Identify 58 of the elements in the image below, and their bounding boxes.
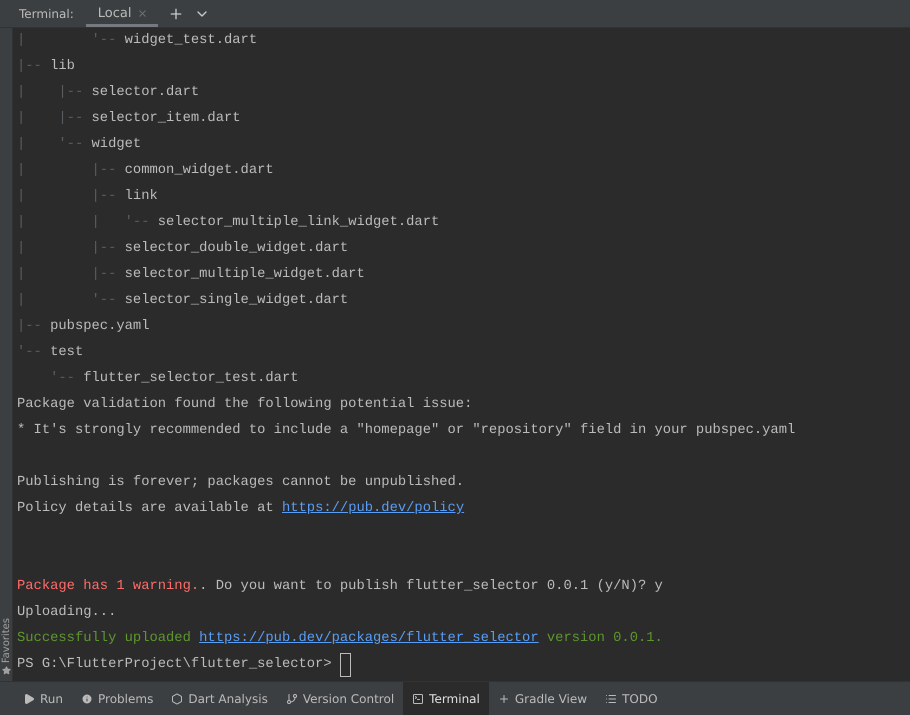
- terminal-text: Successfully uploaded: [17, 630, 192, 648]
- terminal-text: selector_item.dart: [92, 110, 241, 128]
- tree-guide: | |--: [17, 110, 84, 128]
- terminal-text: test: [50, 344, 84, 362]
- terminal-text: flutter_selector_test.dart: [83, 370, 299, 388]
- hexagon-icon: [171, 692, 184, 704]
- tool-window-button[interactable]: TODO: [596, 682, 667, 715]
- terminal-link[interactable]: https://pub.dev/policy: [282, 496, 464, 522]
- terminal-text: Policy details are available at: [17, 500, 275, 518]
- tree-guide: | |--: [17, 240, 118, 258]
- tree-guide: '--: [17, 344, 43, 362]
- terminal-text: link: [124, 188, 158, 206]
- tree-guide: | |--: [17, 266, 118, 284]
- terminal-link[interactable]: https://pub.dev/packages/flutter_selector: [199, 626, 539, 652]
- terminal-text: Publishing is forever; packages cannot be unpublished.: [17, 474, 464, 492]
- tree-guide: '--: [49, 370, 76, 388]
- info-icon: [81, 692, 94, 704]
- terminal-text: widget: [92, 136, 142, 154]
- terminal-icon: [412, 692, 424, 704]
- terminal-text: Package has 1 warning.: [17, 578, 200, 596]
- terminal-text: lib: [50, 58, 75, 76]
- terminal-text: version 0.0.1.: [546, 630, 663, 648]
- tree-guide: | |--: [17, 84, 84, 102]
- terminal-text: * It's strongly recommended to include a "homepage" or "repository" field in your pubspec.yaml: [17, 422, 796, 440]
- favorites-tab[interactable]: Favorites: [0, 618, 12, 663]
- plus-icon: [498, 692, 510, 704]
- terminal-text: pubspec.yaml: [50, 318, 150, 336]
- tree-guide: | '--: [17, 292, 118, 310]
- star-icon: [2, 666, 10, 675]
- tool-window-button[interactable]: Terminal: [403, 682, 489, 715]
- tree-guide: |--: [17, 318, 43, 336]
- tree-guide: | '--: [17, 136, 84, 154]
- tool-window-button[interactable]: Dart Analysis: [162, 682, 277, 715]
- terminal-text: . Do you want to publish flutter_selector 0.0.1 (y/N)? y: [199, 578, 663, 596]
- terminal-text: widget_test.dart: [124, 32, 258, 50]
- terminal-tab[interactable]: Local: [86, 0, 158, 27]
- terminal-text: PS G:\FlutterProject\flutter_selector>: [17, 656, 333, 674]
- terminal-text: selector.dart: [92, 84, 200, 102]
- tool-window-button[interactable]: Version Control: [276, 682, 404, 715]
- tree-guide: |--: [17, 58, 43, 76]
- tree-guide: | |--: [17, 162, 118, 180]
- play-icon: [23, 692, 35, 704]
- tool-window-button[interactable]: Problems: [72, 682, 162, 715]
- tree-guide: | | '--: [17, 214, 150, 232]
- terminal-text: selector_multiple_link_widget.dart: [158, 214, 440, 232]
- terminal-text: Uploading...: [17, 604, 116, 622]
- tool-window-button[interactable]: Run: [14, 682, 72, 715]
- terminal-text: selector_single_widget.dart: [124, 292, 348, 310]
- branch-icon: [286, 692, 298, 704]
- tree-guide: | |--: [17, 188, 118, 206]
- panel-title: Terminal:: [19, 6, 74, 20]
- tree-guide: | '--: [17, 32, 118, 50]
- terminal-text: Package validation found the following potential issue:: [17, 396, 472, 414]
- terminal-text: selector_double_widget.dart: [124, 240, 348, 258]
- tool-window-button[interactable]: Gradle View: [488, 682, 596, 715]
- terminal-text: common_widget.dart: [124, 162, 274, 180]
- terminal-text: selector_multiple_widget.dart: [124, 266, 365, 284]
- text-cursor: [340, 653, 351, 677]
